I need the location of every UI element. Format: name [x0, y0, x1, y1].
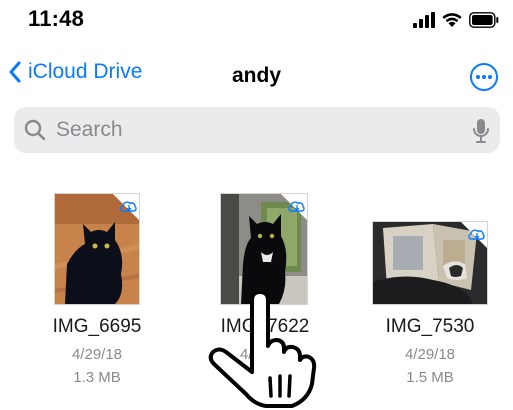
file-thumbnail — [373, 222, 487, 304]
signal-icon — [413, 12, 435, 28]
file-date: 4/29/18 — [71, 346, 123, 363]
file-size: 1.3 MB — [73, 369, 121, 386]
navigation-bar: iCloud Drive andy — [0, 54, 513, 98]
search-input[interactable] — [56, 107, 456, 153]
cloud-download-icon[interactable] — [461, 222, 487, 248]
search-icon — [24, 119, 46, 141]
file-date: 4/29/18 — [239, 346, 291, 363]
cloud-download-icon[interactable] — [281, 194, 307, 220]
file-name: IMG_7622 — [220, 316, 310, 337]
file-size: 1.5 MB — [406, 369, 454, 386]
status-icons — [413, 8, 499, 28]
cloud-download-icon[interactable] — [113, 194, 139, 220]
file-item[interactable]: IMG_7530 4/29/18 1.5 MB — [350, 194, 510, 394]
file-name: IMG_7530 — [385, 316, 475, 337]
file-thumbnail — [221, 194, 307, 304]
file-item[interactable]: IMG_6695 4/29/18 1.3 MB — [17, 194, 177, 394]
search-bar[interactable] — [14, 107, 500, 153]
file-size: 1.3 MB — [241, 369, 289, 386]
file-thumbnail — [55, 194, 139, 304]
file-date: 4/29/18 — [404, 346, 456, 363]
file-name: IMG_6695 — [52, 316, 142, 337]
battery-icon — [469, 12, 499, 28]
status-time: 11:48 — [28, 6, 85, 31]
microphone-icon[interactable] — [472, 118, 490, 144]
wifi-icon — [442, 13, 462, 27]
page-title: andy — [231, 64, 281, 87]
status-bar: 11:48 — [0, 0, 513, 36]
ellipsis-circle-icon[interactable] — [469, 62, 499, 92]
file-item[interactable]: IMG_7622 4/29/18 1.3 MB — [185, 194, 345, 394]
